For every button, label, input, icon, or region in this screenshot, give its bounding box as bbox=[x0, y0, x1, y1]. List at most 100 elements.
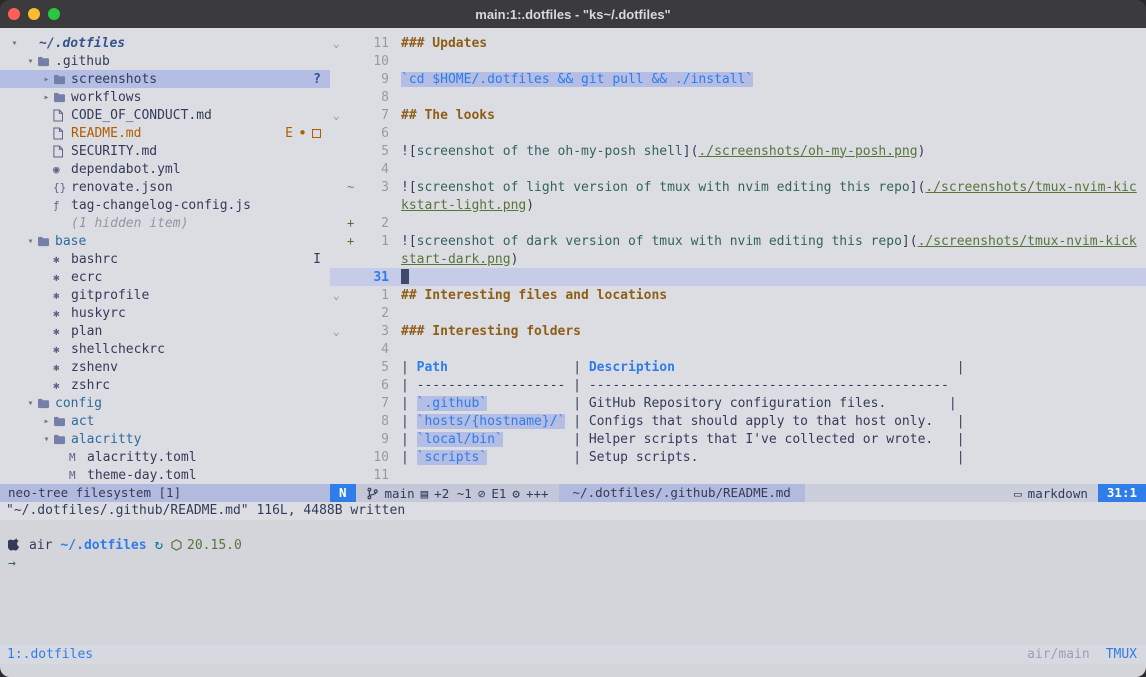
js-icon: ƒ bbox=[53, 199, 71, 212]
git-sign-chg: ~ bbox=[347, 180, 359, 194]
editor-line[interactable]: kstart-light.png) bbox=[330, 196, 1146, 214]
text-segment: ) bbox=[511, 252, 519, 267]
tree-item-label: README.md bbox=[71, 126, 141, 141]
editor-line[interactable]: 10| `scripts` | Setup scripts. | bbox=[330, 448, 1146, 466]
editor-line[interactable]: 9`cd $HOME/.dotfiles && git pull && ./in… bbox=[330, 70, 1146, 88]
tree-item-alacritty[interactable]: ▾alacritty bbox=[0, 430, 330, 448]
editor-line[interactable]: 2 bbox=[330, 304, 1146, 322]
tree-item-code-of-conduct-md[interactable]: CODE_OF_CONDUCT.md bbox=[0, 106, 330, 124]
neo-tree-panel[interactable]: ▾~/.dotfiles▾.github▸screenshots?▸workfl… bbox=[0, 34, 330, 484]
node-version-segment: 20.15.0 bbox=[171, 538, 242, 553]
tree-item-tag-changelog-config-js[interactable]: ƒtag-changelog-config.js bbox=[0, 196, 330, 214]
line-number: 4 bbox=[359, 162, 389, 177]
tree-item-security-md[interactable]: SECURITY.md bbox=[0, 142, 330, 160]
node-hexagon-icon bbox=[171, 539, 182, 551]
tree-item-github[interactable]: ▾.github bbox=[0, 52, 330, 70]
editor-line[interactable]: 6 bbox=[330, 124, 1146, 142]
tree-item-gitprofile[interactable]: ✱gitprofile bbox=[0, 286, 330, 304]
text-segment: | bbox=[401, 432, 417, 447]
text-segment: `.github` bbox=[417, 396, 487, 411]
nvim-pane: ▾~/.dotfiles▾.github▸screenshots?▸workfl… bbox=[0, 28, 1146, 520]
line-text: ## Interesting files and locations bbox=[401, 288, 1146, 303]
tree-item-label: dependabot.yml bbox=[71, 162, 181, 177]
line-text: | `scripts` | Setup scripts. | bbox=[401, 450, 1146, 465]
editor-line-current[interactable]: 31 bbox=[330, 268, 1146, 286]
tree-item-renovate-json[interactable]: {}renovate.json bbox=[0, 178, 330, 196]
json-icon: {} bbox=[53, 181, 71, 194]
editor-line[interactable]: start-dark.png) bbox=[330, 250, 1146, 268]
editor-line[interactable]: 7| `.github` | GitHub Repository configu… bbox=[330, 394, 1146, 412]
editor-line[interactable]: 8 bbox=[330, 88, 1146, 106]
tree-item-act[interactable]: ▸act bbox=[0, 412, 330, 430]
line-number: 7 bbox=[359, 108, 389, 123]
tmux-window-label[interactable]: 1:.dotfiles bbox=[0, 647, 93, 662]
mark-badge: I bbox=[313, 252, 321, 267]
shell-icon: ✱ bbox=[53, 325, 71, 338]
editor-line[interactable]: 9| `local/bin` | Helper scripts that I'v… bbox=[330, 430, 1146, 448]
fold-chevron-icon: ⌄ bbox=[330, 289, 347, 302]
tree-item-huskyrc[interactable]: ✱huskyrc bbox=[0, 304, 330, 322]
editor-line[interactable]: ~3![screenshot of light version of tmux … bbox=[330, 178, 1146, 196]
prompt-arrow[interactable]: → bbox=[8, 555, 1146, 573]
tree-item-shellcheckrc[interactable]: ✱shellcheckrc bbox=[0, 340, 330, 358]
line-number: 6 bbox=[359, 126, 389, 141]
tree-item-bashrc[interactable]: ✱bashrcI bbox=[0, 250, 330, 268]
editor-line[interactable]: +1![screenshot of dark version of tmux w… bbox=[330, 232, 1146, 250]
tree-item-alacritty-toml[interactable]: Malacritty.toml bbox=[0, 448, 330, 466]
tree-item-zshenv[interactable]: ✱zshenv bbox=[0, 358, 330, 376]
tree-item-ecrc[interactable]: ✱ecrc bbox=[0, 268, 330, 286]
git-status-segment: main ▤ +2 ~1 ⊘ E1 ⚙ +++ bbox=[356, 484, 559, 502]
minimize-button[interactable] bbox=[28, 8, 40, 20]
editor-line[interactable]: 6| ------------------- | ---------------… bbox=[330, 376, 1146, 394]
tree-item-theme-day-toml[interactable]: Mtheme-day.toml bbox=[0, 466, 330, 484]
tree-item-dotfiles[interactable]: ▾~/.dotfiles bbox=[0, 34, 330, 52]
traffic-lights bbox=[0, 8, 60, 20]
shell-pane[interactable]: air ~/.dotfiles ↻ 20.15.0 → bbox=[0, 520, 1146, 645]
editor-line[interactable]: 5| Path | Description | bbox=[330, 358, 1146, 376]
tree-item-readme-md[interactable]: README.md E• bbox=[0, 124, 330, 142]
line-number: 4 bbox=[359, 342, 389, 357]
editor-line[interactable]: 4 bbox=[330, 340, 1146, 358]
tree-item-base[interactable]: ▾base bbox=[0, 232, 330, 250]
tree-item-1-hidden-item[interactable]: (1 hidden item) bbox=[0, 214, 330, 232]
text-segment: | bbox=[448, 360, 589, 375]
editor-line[interactable]: ⌄11### Updates bbox=[330, 34, 1146, 52]
editor-line[interactable]: +2 bbox=[330, 214, 1146, 232]
tree-item-zshrc[interactable]: ✱zshrc bbox=[0, 376, 330, 394]
tree-item-screenshots[interactable]: ▸screenshots? bbox=[0, 70, 330, 88]
shell-icon: ✱ bbox=[53, 343, 71, 356]
tree-item-workflows[interactable]: ▸workflows bbox=[0, 88, 330, 106]
zoom-button[interactable] bbox=[48, 8, 60, 20]
close-button[interactable] bbox=[8, 8, 20, 20]
error-badge: E bbox=[285, 126, 293, 141]
editor-line[interactable]: ⌄7## The looks bbox=[330, 106, 1146, 124]
editor-line[interactable]: ⌄3### Interesting folders bbox=[330, 322, 1146, 340]
git-branch-icon bbox=[366, 487, 379, 500]
line-text: ### Interesting folders bbox=[401, 324, 1146, 339]
editor-line[interactable]: 5![screenshot of the oh-my-posh shell](.… bbox=[330, 142, 1146, 160]
line-number: 8 bbox=[359, 414, 389, 429]
tmux-mode-label: TMUX bbox=[1106, 647, 1137, 662]
tree-item-badges: E• bbox=[285, 124, 330, 142]
text-segment: ]( bbox=[910, 180, 926, 195]
fold-chevron-icon: ⌄ bbox=[330, 109, 347, 122]
tree-item-dependabot-yml[interactable]: ◉dependabot.yml bbox=[0, 160, 330, 178]
editor-line[interactable]: 11 bbox=[330, 466, 1146, 484]
unstaged-square-badge bbox=[312, 129, 321, 138]
tree-item-label: theme-day.toml bbox=[87, 468, 197, 483]
line-number: 10 bbox=[359, 54, 389, 69]
editor-line[interactable]: 8| `hosts/{hostname}/` | Configs that sh… bbox=[330, 412, 1146, 430]
editor-line[interactable]: 10 bbox=[330, 52, 1146, 70]
editor-line[interactable]: ⌄1## Interesting files and locations bbox=[330, 286, 1146, 304]
folder-icon bbox=[37, 236, 55, 247]
tree-item-config[interactable]: ▾config bbox=[0, 394, 330, 412]
text-segment: ### Updates bbox=[401, 36, 487, 51]
tree-item-plan[interactable]: ✱plan bbox=[0, 322, 330, 340]
terminal-window: main:1:.dotfiles - "ks~/.dotfiles" ▾~/.d… bbox=[0, 0, 1146, 677]
text-segment: ]( bbox=[683, 144, 699, 159]
text-segment: ![ bbox=[401, 180, 417, 195]
editor-panel[interactable]: ⌄11### Updates109`cd $HOME/.dotfiles && … bbox=[330, 34, 1146, 484]
editor-line[interactable]: 4 bbox=[330, 160, 1146, 178]
text-segment: | bbox=[675, 360, 965, 375]
statusline: N main ▤ +2 ~1 ⊘ E1 ⚙ bbox=[330, 484, 1146, 502]
